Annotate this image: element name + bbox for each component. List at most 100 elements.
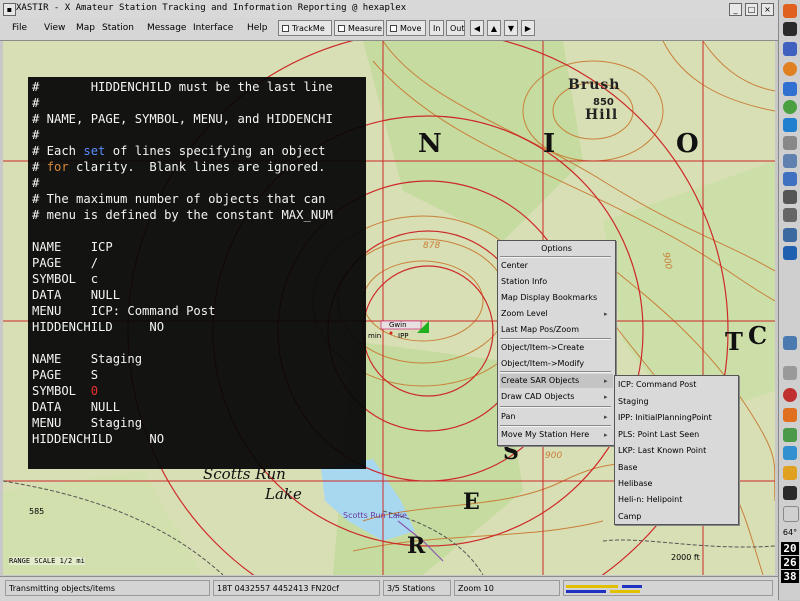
file-manager-icon[interactable] [783, 42, 797, 56]
menu-file[interactable]: File [12, 23, 27, 33]
menu-separator [500, 338, 611, 340]
sar-item-helipoint[interactable]: Heli-n: Helipoint [618, 495, 682, 504]
firefox-icon[interactable] [783, 62, 797, 76]
menu-item-create-sar[interactable]: Create SAR Objects ▸ [500, 374, 613, 388]
menu-item-object-modify[interactable]: Object/Item->Modify [501, 359, 584, 368]
menu-item-station-info[interactable]: Station Info [501, 277, 547, 286]
sar-item-icp[interactable]: ICP: Command Post [618, 380, 696, 389]
map-label-elev-585: 585 [29, 507, 45, 516]
menu-separator [500, 425, 611, 427]
station-label-gwin[interactable]: Gwin [389, 321, 407, 329]
station-label-min[interactable]: min [368, 332, 381, 340]
menu-item-last-map-pos[interactable]: Last Map Pos/Zoom [501, 325, 579, 334]
options-popup-menu: Options Center Station Info Map Display … [497, 240, 616, 446]
window-title-bar[interactable]: ▪ XASTIR - X Amateur Station Tracking an… [0, 0, 778, 19]
measure-toggle[interactable]: Measure [334, 20, 384, 36]
screen-icon[interactable] [783, 246, 797, 260]
desktop-dock: 64° 20 26 38 [778, 0, 800, 600]
move-label: Move [400, 24, 422, 33]
submenu-arrow-icon: ▸ [604, 413, 608, 421]
terminal-app-icon[interactable] [783, 22, 797, 36]
maximize-icon[interactable]: □ [745, 3, 758, 16]
terminal-line: # The maximum number of objects that can [32, 192, 326, 206]
terminal-line: # Each set of lines specifying an object [32, 144, 326, 158]
menu-item-move-station[interactable]: Move My Station Here ▸ [501, 430, 610, 439]
menu-station[interactable]: Station [102, 23, 134, 33]
globe-icon[interactable] [783, 100, 797, 114]
options-title: Options [541, 244, 572, 253]
keyboard-icon[interactable] [783, 486, 797, 500]
terminal-line: HIDDENCHILD NO [32, 320, 165, 334]
pan-up-icon[interactable]: ▲ [487, 20, 501, 36]
zoom-in-button[interactable]: In [429, 20, 444, 36]
pan-down-icon[interactable]: ▼ [504, 20, 518, 36]
terminal-window[interactable]: # HIDDENCHILD must be the last line # # … [28, 77, 366, 469]
menu-separator [500, 406, 611, 408]
network-status-icon[interactable] [783, 428, 797, 442]
settings-icon[interactable] [783, 136, 797, 150]
menu-item-pan[interactable]: Pan ▸ [501, 412, 610, 421]
menu-item-zoom-level[interactable]: Zoom Level ▸ [501, 309, 610, 318]
range-scale-label: RANGE SCALE 1/2 mi [9, 557, 85, 565]
terminal-line: SYMBOL 0 [32, 384, 99, 398]
create-sar-label: Create SAR Objects [501, 376, 580, 385]
map-letter-c: C [748, 321, 768, 350]
map-label-scotts-run-lake: Scotts Run Lake [343, 511, 407, 520]
terminal-line: DATA NULL [32, 400, 121, 414]
menu-item-draw-cad[interactable]: Draw CAD Objects ▸ [501, 392, 610, 401]
terminal-line: MENU Staging [32, 416, 143, 430]
document-icon[interactable] [783, 336, 797, 350]
trackme-toggle[interactable]: TrackMe [278, 20, 332, 36]
menu-map[interactable]: Map [76, 23, 95, 33]
editor-icon[interactable] [783, 154, 797, 168]
menu-interface[interactable]: Interface [193, 23, 233, 33]
status-zoom: Zoom 10 [454, 580, 560, 596]
volume-icon[interactable] [783, 366, 797, 380]
terminal-line: # HIDDENCHILD must be the last line [32, 80, 333, 94]
battery-icon[interactable] [783, 466, 797, 480]
notification-icon[interactable] [783, 408, 797, 422]
clock-hours: 20 [781, 542, 799, 555]
station-label-ipp[interactable]: IPP [398, 332, 409, 340]
move-toggle[interactable]: Move [386, 20, 426, 36]
sar-item-ipp[interactable]: IPP: InitialPlanningPoint [618, 413, 712, 422]
map-letter-n: N [418, 129, 442, 159]
pan-right-icon[interactable]: ▶ [521, 20, 535, 36]
window-title: XASTIR - X Amateur Station Tracking and … [16, 3, 407, 13]
printer-icon[interactable] [783, 208, 797, 222]
sar-item-camp[interactable]: Camp [618, 512, 641, 521]
sar-item-staging[interactable]: Staging [618, 397, 649, 406]
sar-item-helibase[interactable]: Helibase [618, 479, 652, 488]
app-launcher-icon[interactable] [783, 4, 797, 18]
power-icon[interactable] [783, 388, 797, 402]
terminal-line: # [32, 128, 40, 142]
sar-item-pls[interactable]: PLS: Point Last Seen [618, 430, 699, 439]
temperature-label: 64° [782, 528, 798, 537]
window-menu-icon[interactable]: ▪ [3, 3, 16, 16]
close-icon[interactable]: × [761, 3, 774, 16]
measure-label: Measure [348, 24, 382, 33]
monitor-icon[interactable] [783, 228, 797, 242]
sar-item-lkp[interactable]: LKP: Last Known Point [618, 446, 706, 455]
menu-separator [500, 371, 611, 373]
terminal-line: # for clarity. Blank lines are ignored. [32, 160, 326, 174]
network-icon[interactable] [783, 118, 797, 132]
pan-left-icon[interactable]: ◀ [470, 20, 484, 36]
menu-item-center[interactable]: Center [501, 261, 528, 270]
menu-help[interactable]: Help [247, 23, 268, 33]
menu-message[interactable]: Message [147, 23, 186, 33]
mail-icon[interactable] [783, 82, 797, 96]
terminal-line: PAGE S [32, 368, 99, 382]
wifi-icon[interactable] [783, 446, 797, 460]
display-icon[interactable] [783, 172, 797, 186]
zoom-out-button[interactable]: Out [446, 20, 465, 36]
map-label-hill: Hill [585, 107, 619, 123]
sar-item-base[interactable]: Base [618, 463, 637, 472]
minimize-icon[interactable]: _ [729, 3, 742, 16]
camera-icon[interactable] [783, 190, 797, 204]
terminal-line: NAME ICP [32, 240, 113, 254]
trackme-label: TrackMe [292, 24, 325, 33]
menu-view[interactable]: View [44, 23, 65, 33]
menu-item-object-create[interactable]: Object/Item->Create [501, 343, 584, 352]
menu-item-bookmarks[interactable]: Map Display Bookmarks [501, 293, 597, 302]
